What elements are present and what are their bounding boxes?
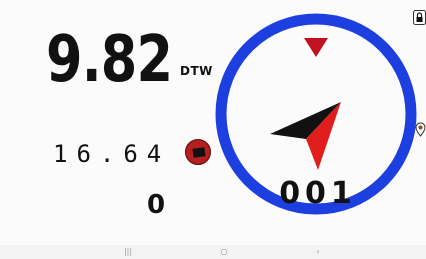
recents-button[interactable]: ||| bbox=[118, 245, 138, 259]
app-screen: 9.82 DTW 16.64 0 001 ||| ○ ‹ bbox=[0, 0, 426, 259]
dtw-value: 9.82 bbox=[46, 23, 173, 97]
record-button[interactable] bbox=[185, 139, 211, 165]
location-pin-icon[interactable] bbox=[415, 122, 426, 138]
back-button[interactable]: ‹ bbox=[308, 245, 328, 259]
secondary-value: 16.64 bbox=[53, 140, 171, 168]
tertiary-value: 0 bbox=[147, 190, 166, 220]
north-marker bbox=[304, 38, 328, 57]
lock-icon[interactable] bbox=[413, 10, 426, 25]
dtw-label: DTW bbox=[180, 64, 213, 78]
stop-icon bbox=[192, 147, 206, 158]
home-button[interactable]: ○ bbox=[214, 245, 234, 259]
heading-readout: 001 bbox=[279, 176, 357, 211]
system-navbar: ||| ○ ‹ bbox=[0, 245, 426, 259]
